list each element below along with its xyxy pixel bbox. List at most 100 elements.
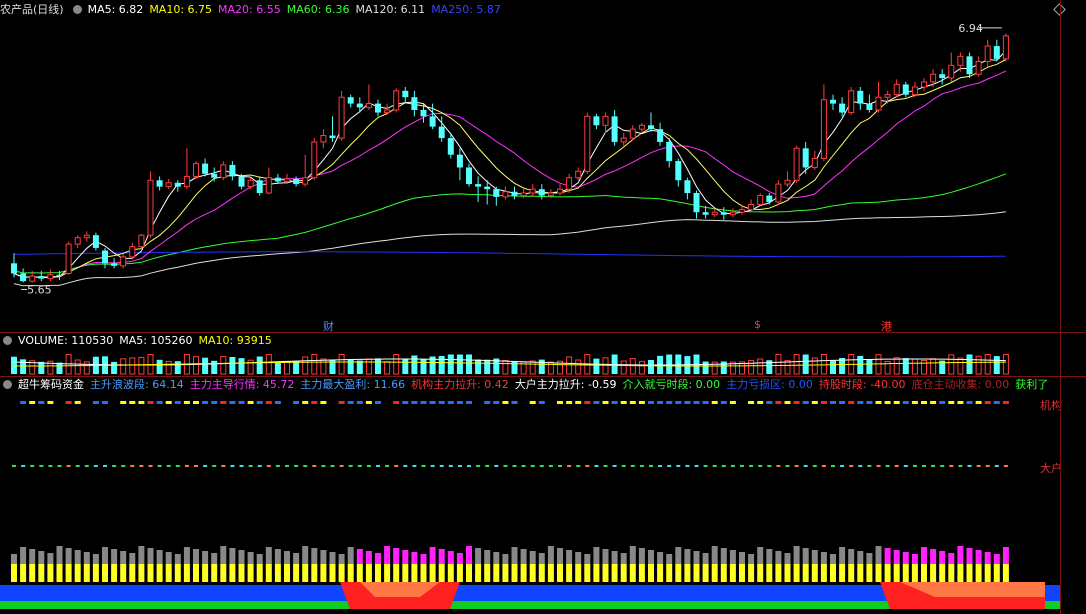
indicator-bar-mid	[575, 564, 582, 582]
big-holder-dash	[294, 465, 299, 467]
big-holder-dash	[84, 465, 89, 467]
indicator-bar-mid	[538, 564, 545, 582]
candle-body	[284, 178, 290, 183]
volume-bar	[675, 354, 682, 374]
indicator-bar-mid	[456, 564, 463, 582]
candle-body	[347, 97, 354, 104]
institution-dash	[74, 401, 81, 404]
candle-body	[948, 64, 955, 79]
candle-body	[648, 125, 654, 130]
institution-dash	[784, 401, 791, 404]
candle-body	[493, 189, 500, 197]
indicator-bar-top	[56, 546, 63, 564]
big-holder-dash	[366, 465, 371, 467]
institution-dash	[129, 401, 136, 404]
candle-body	[666, 141, 673, 162]
indicator-bar-mid	[520, 564, 527, 582]
indicator-bar-top	[839, 547, 846, 564]
volume-bar	[165, 360, 172, 375]
candle-body	[857, 90, 864, 104]
ma-label-ma60: MA60: 6.36	[286, 3, 350, 16]
big-holder-dash	[694, 465, 699, 467]
event-marker-dollar[interactable]: $	[754, 318, 761, 331]
volume-bar	[302, 356, 309, 375]
indicator-bar-mid	[356, 564, 363, 582]
indicator-bar-top	[502, 554, 509, 564]
institution-dash	[902, 401, 909, 404]
candle-body	[174, 182, 181, 187]
volume-bar	[902, 358, 909, 374]
volume-bar	[629, 358, 636, 375]
big-holder-dash	[494, 465, 499, 467]
settings-toggle-icon[interactable]	[72, 5, 82, 14]
big-holder-dash	[712, 465, 717, 467]
big-holder-dash	[93, 465, 98, 467]
big-holder-dash	[184, 465, 189, 467]
big-holder-dash	[840, 465, 845, 467]
indicator-bar-mid	[702, 564, 709, 582]
institution-dash	[92, 401, 99, 404]
indicator-bar-mid	[557, 564, 563, 582]
volume-bar	[456, 354, 463, 374]
big-holder-dash	[521, 465, 526, 467]
candle-body	[47, 274, 54, 280]
institution-dash	[338, 401, 345, 404]
big-holder-dash	[321, 465, 326, 467]
big-holder-dash	[130, 465, 135, 467]
indicator-bar-top	[247, 552, 254, 564]
candle-body	[384, 109, 391, 114]
institution-dash	[575, 401, 582, 404]
volume-bar	[384, 361, 391, 375]
big-holder-dash	[312, 465, 317, 467]
candle-body	[466, 167, 472, 185]
indicator-bar-mid	[748, 564, 755, 582]
institution-dash	[839, 401, 846, 404]
big-holder-dash	[976, 465, 981, 467]
candle-body	[975, 60, 982, 75]
candle-body	[11, 263, 17, 274]
volume-bar	[784, 360, 791, 375]
big-holder-dash	[285, 465, 289, 467]
indicator-item: 主力最大盈利: 11.66	[300, 378, 406, 391]
indicator-bar-top	[74, 550, 81, 564]
volume-bar	[775, 354, 782, 375]
institution-dash	[702, 401, 709, 404]
institution-dash	[302, 401, 309, 404]
indicator-bar-top	[875, 546, 882, 564]
indicator-bar-mid	[975, 564, 982, 582]
indicator-bar-mid	[47, 564, 54, 582]
indicator-bar-mid	[529, 564, 536, 582]
candle-body	[329, 135, 336, 139]
indicator-bar-top	[620, 553, 627, 564]
volume-toggle-icon[interactable]	[3, 336, 12, 345]
candle-body	[757, 195, 764, 206]
candle-body	[238, 176, 245, 187]
indicator-bar-top	[638, 548, 645, 564]
volume-bar	[484, 359, 491, 374]
indicator-bar-top	[429, 547, 436, 564]
big-holder-dash	[831, 465, 835, 467]
indicator-bar-mid	[602, 564, 609, 582]
indicator-bar-mid	[284, 564, 290, 582]
candle-body	[65, 243, 72, 275]
volume-bar	[720, 361, 727, 374]
indicator-bar-top	[47, 553, 54, 564]
candle-body	[538, 189, 545, 196]
candle-body	[356, 103, 363, 108]
big-holder-dash	[194, 465, 198, 467]
volume-bar	[111, 361, 118, 374]
institution-dash	[183, 401, 190, 404]
candle-body	[866, 103, 873, 110]
big-holder-dash	[239, 465, 244, 467]
volume-bar	[748, 360, 755, 375]
big-holder-dash	[448, 465, 453, 467]
candle-body	[420, 109, 427, 117]
volume-bar	[238, 358, 245, 374]
indicator-toggle-icon[interactable]	[3, 380, 12, 389]
big-holder-dash	[994, 465, 999, 467]
indicator-bar-mid	[684, 564, 691, 582]
indicator-item: 主力主导行情: 45.72	[189, 378, 295, 391]
candle-body	[1002, 35, 1009, 60]
institution-dash	[948, 401, 955, 404]
volume-bar	[129, 357, 136, 375]
